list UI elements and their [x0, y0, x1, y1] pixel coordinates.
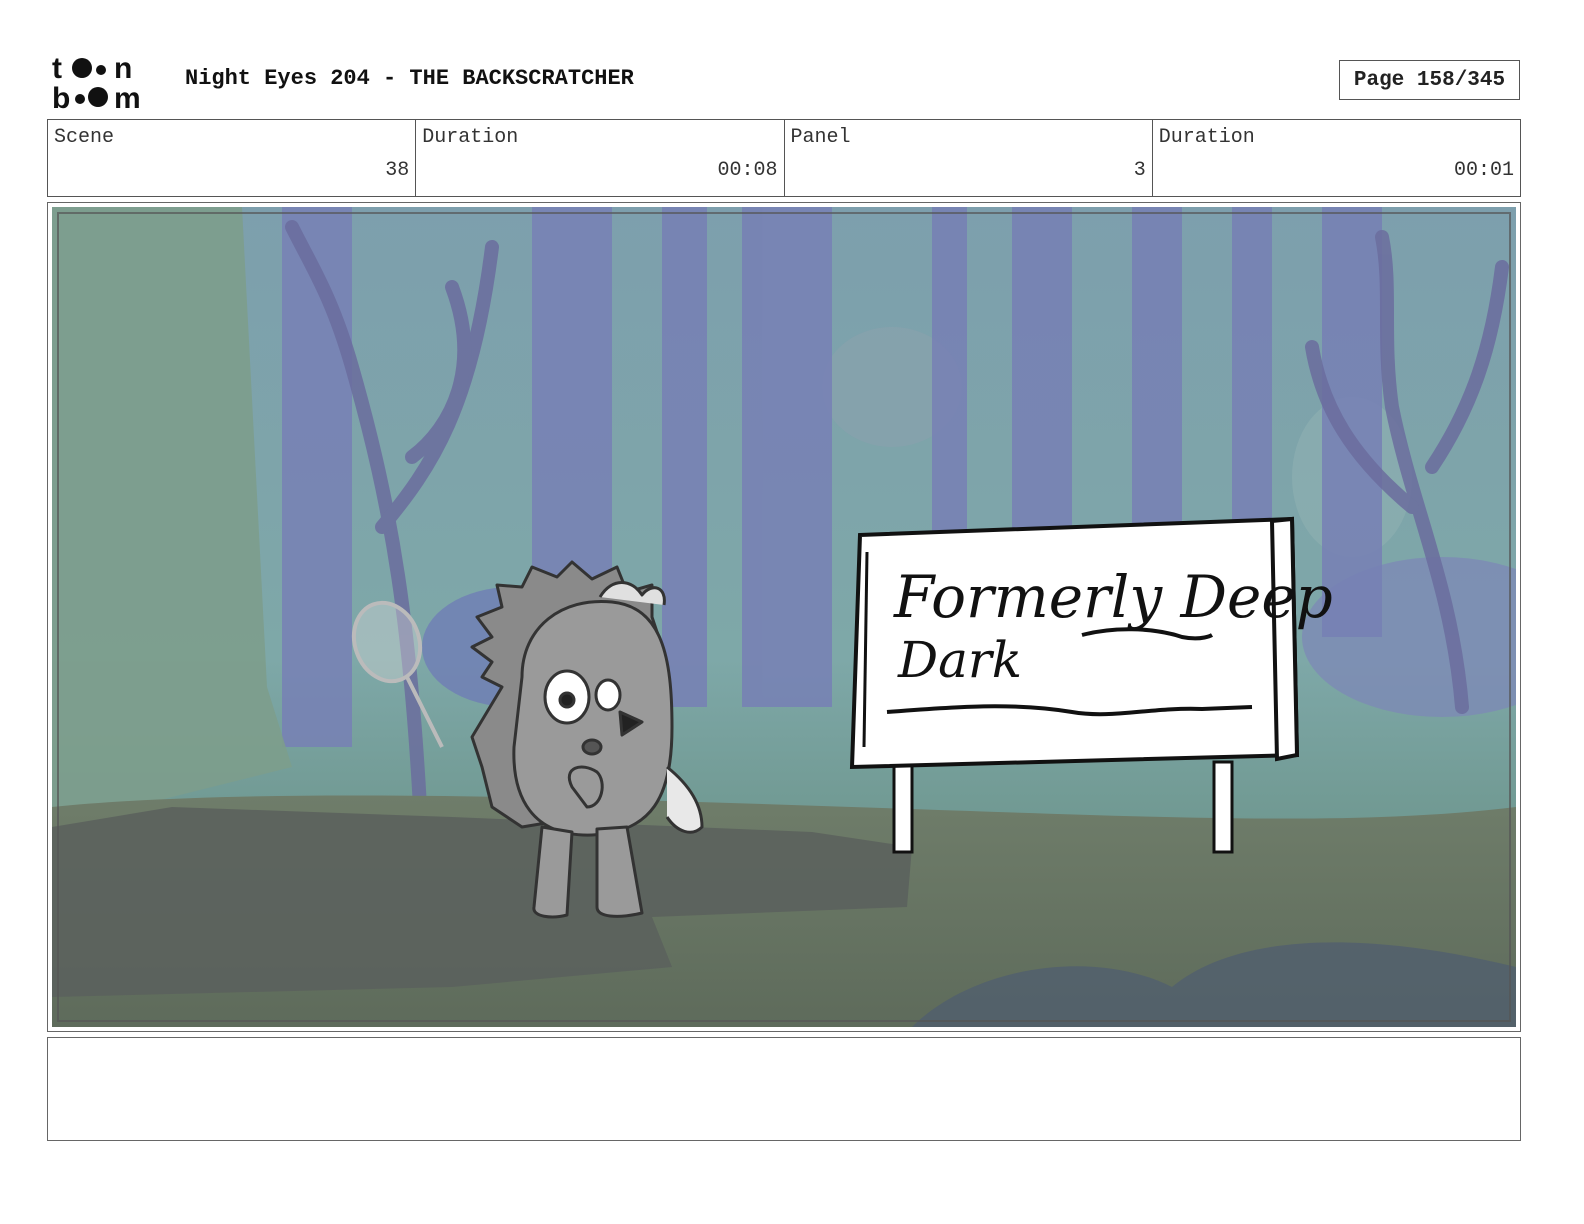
scene-duration-label: Duration — [422, 126, 519, 149]
toonboom-logo: t n b m — [52, 52, 141, 112]
panel-duration-cell: Duration 00:01 — [1153, 120, 1520, 196]
panel-drawing: Formerly Deep Dark — [52, 207, 1516, 1027]
sign-text-line2: Dark — [897, 631, 1022, 689]
scene-value: 38 — [385, 159, 410, 182]
panel-value: 3 — [1133, 159, 1146, 182]
scene-cell: Scene 38 — [48, 120, 417, 196]
scene-info-row: Scene 38 Duration 00:08 Panel 3 Duration… — [47, 119, 1521, 197]
panel-cell: Panel 3 — [785, 120, 1153, 196]
panel-duration-value: 00:01 — [1453, 159, 1514, 182]
panel-duration-label: Duration — [1158, 126, 1255, 149]
project-title: Night Eyes 204 - THE BACKSCRATCHER — [185, 66, 634, 91]
svg-text:n: n — [114, 52, 132, 85]
page-indicator: Page 158/345 — [1339, 60, 1520, 100]
panel-label: Panel — [790, 126, 851, 149]
svg-text:t: t — [52, 52, 62, 85]
svg-text:b: b — [52, 82, 70, 112]
sign-text-line1: Formerly Deep — [893, 563, 1333, 631]
svg-text:m: m — [114, 82, 141, 112]
scene-label: Scene — [54, 126, 115, 149]
scene-duration-value: 00:08 — [717, 159, 778, 182]
notes-box — [47, 1037, 1521, 1141]
storyboard-panel: Formerly Deep Dark — [47, 202, 1521, 1032]
scene-duration-cell: Duration 00:08 — [416, 120, 785, 196]
